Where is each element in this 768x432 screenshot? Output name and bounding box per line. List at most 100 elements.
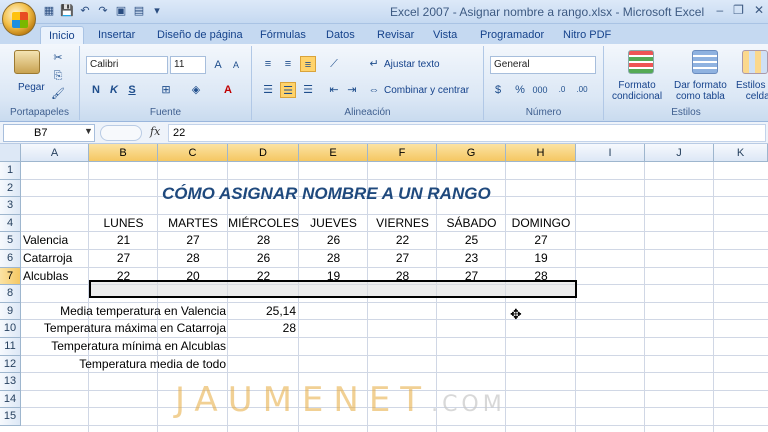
column-header-d[interactable]: D (228, 144, 299, 162)
temperature-cell[interactable]: 27 (158, 232, 228, 249)
stat-label[interactable]: Media temperatura en Valencia (21, 303, 226, 320)
format-painter-icon[interactable]: 🖌 (50, 86, 66, 102)
temperature-cell[interactable]: 19 (506, 250, 576, 267)
temperature-cell[interactable]: 20 (158, 268, 228, 285)
currency-icon[interactable]: $ (490, 82, 506, 98)
temperature-cell[interactable]: 22 (368, 232, 437, 249)
paste-button[interactable]: Pegar (18, 82, 45, 93)
row-header-13[interactable]: 13 (0, 373, 21, 391)
column-header-k[interactable]: K (714, 144, 768, 162)
temperature-cell[interactable]: 28 (228, 232, 299, 249)
close-icon[interactable]: ✕ (754, 3, 764, 17)
undo-icon[interactable]: ↶ (78, 4, 92, 18)
restore-icon[interactable]: ❐ (733, 3, 744, 17)
tab-datos[interactable]: Datos (326, 26, 355, 44)
decrease-indent-icon[interactable]: ⇤ (326, 82, 342, 98)
temperature-cell[interactable]: 27 (89, 250, 158, 267)
day-header[interactable]: DOMINGO (506, 215, 576, 232)
sheet-title[interactable]: CÓMO ASIGNAR NOMBRE A UN RANGO (162, 184, 491, 204)
office-button[interactable] (2, 2, 36, 36)
temperature-cell[interactable]: 26 (228, 250, 299, 267)
city-name[interactable]: Valencia (23, 232, 68, 249)
row-header-7[interactable]: 7 (0, 267, 21, 286)
customize-toolbar-icon[interactable]: ▾ (150, 4, 164, 18)
column-header-i[interactable]: I (576, 144, 645, 162)
align-right-icon[interactable]: ☰ (300, 82, 316, 98)
temperature-cell[interactable]: 27 (437, 268, 506, 285)
tab-formulas[interactable]: Fórmulas (260, 26, 306, 44)
stat-value[interactable]: 28 (228, 320, 296, 337)
stat-value[interactable] (228, 338, 296, 355)
stat-label[interactable]: Temperatura mínima en Alcublas (21, 338, 226, 355)
tab-revisar[interactable]: Revisar (377, 26, 414, 44)
row-header-12[interactable]: 12 (0, 355, 21, 374)
format-as-table-button[interactable]: Dar formato como tabla (674, 80, 727, 102)
day-header[interactable]: LUNES (89, 215, 158, 232)
temperature-cell[interactable]: 27 (368, 250, 437, 267)
temperature-cell[interactable]: 22 (89, 268, 158, 285)
orientation-icon[interactable]: ⟋ (326, 56, 342, 72)
row-header-8[interactable]: 8 (0, 285, 21, 303)
temperature-cell[interactable]: 22 (228, 268, 299, 285)
row-header-2[interactable]: 2 (0, 179, 21, 198)
column-header-j[interactable]: J (645, 144, 714, 162)
font-color-icon[interactable]: A (220, 82, 236, 98)
tab-nitro-pdf[interactable]: Nitro PDF (563, 26, 611, 44)
row-header-5[interactable]: 5 (0, 232, 21, 250)
row-header-1[interactable]: 1 (0, 162, 21, 180)
day-header[interactable]: VIERNES (368, 215, 437, 232)
merge-center-icon[interactable]: ⇔ (366, 82, 382, 98)
grid-icon[interactable]: ▦ (42, 4, 56, 18)
font-size-select[interactable]: 11 (170, 56, 206, 74)
tab-programador[interactable]: Programador (480, 26, 544, 44)
row-header-9[interactable]: 9 (0, 302, 21, 321)
fill-color-icon[interactable]: ◈ (188, 82, 204, 98)
temperature-cell[interactable]: 25 (437, 232, 506, 249)
wrap-text-icon[interactable]: ↵ (366, 56, 382, 72)
increase-decimal-icon[interactable]: .0 (554, 82, 570, 98)
shrink-font-icon[interactable]: A (228, 57, 244, 73)
conditional-format-button[interactable]: Formato condicional (612, 80, 662, 102)
day-header[interactable]: MARTES (158, 215, 228, 232)
day-header[interactable]: JUEVES (299, 215, 368, 232)
temperature-cell[interactable]: 23 (437, 250, 506, 267)
merge-center-button[interactable]: Combinar y centrar (384, 85, 469, 96)
percent-icon[interactable]: % (512, 82, 528, 98)
insert-function-button[interactable]: fx (150, 125, 160, 138)
column-header-e[interactable]: E (299, 144, 368, 162)
font-name-select[interactable]: Calibri (86, 56, 168, 74)
underline-button[interactable]: S (124, 82, 140, 98)
name-box[interactable]: B7 (3, 124, 95, 142)
formula-bar-splitter[interactable] (100, 125, 142, 141)
align-middle-icon[interactable]: ≡ (280, 56, 296, 72)
align-bottom-icon[interactable]: ≡ (300, 56, 316, 72)
column-header-g[interactable]: G (437, 144, 506, 162)
city-name[interactable]: Alcublas (23, 268, 68, 285)
cut-icon[interactable]: ✂ (50, 50, 66, 66)
column-header-h[interactable]: H (506, 144, 576, 162)
grow-font-icon[interactable]: A (210, 57, 226, 73)
form-icon[interactable]: ▤ (132, 4, 146, 18)
formula-input[interactable]: 22 (168, 124, 766, 142)
row-header-14[interactable]: 14 (0, 390, 21, 409)
temperature-cell[interactable]: 28 (368, 268, 437, 285)
column-header-a[interactable]: A (21, 144, 89, 162)
stat-label[interactable]: Temperatura máxima en Catarroja (21, 320, 226, 337)
stat-value[interactable]: 25,14 (228, 303, 296, 320)
decrease-decimal-icon[interactable]: .00 (574, 82, 590, 98)
minimize-icon[interactable]: – (716, 3, 723, 17)
column-header-b[interactable]: B (89, 144, 158, 162)
row-header-10[interactable]: 10 (0, 320, 21, 338)
tab-diseno-pagina[interactable]: Diseño de página (157, 26, 243, 44)
conditional-format-icon[interactable] (628, 50, 654, 74)
align-top-icon[interactable]: ≡ (260, 56, 276, 72)
temperature-cell[interactable]: 21 (89, 232, 158, 249)
copy-icon[interactable]: ⎘ (50, 68, 66, 84)
borders-icon[interactable]: ⊞ (158, 82, 174, 98)
italic-button[interactable]: K (106, 82, 122, 98)
day-header[interactable]: MIÉRCOLES (228, 215, 299, 232)
wrap-text-button[interactable]: Ajustar texto (384, 59, 440, 70)
tab-inicio[interactable]: Inicio (40, 26, 84, 44)
paste-icon[interactable] (14, 50, 40, 74)
number-format-select[interactable]: General (490, 56, 596, 74)
